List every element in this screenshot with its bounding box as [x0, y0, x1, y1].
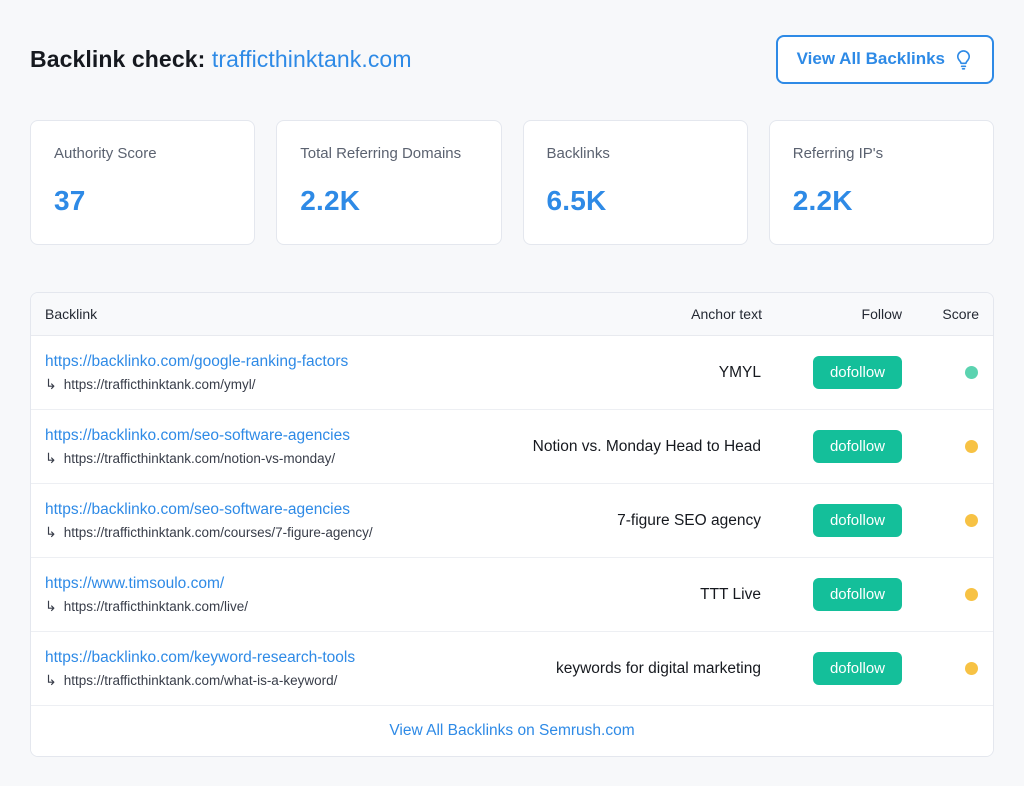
dofollow-badge: dofollow	[813, 430, 902, 463]
follow-cell: dofollow	[762, 430, 902, 463]
stat-card: Backlinks 6.5K	[523, 120, 748, 245]
stat-value: 37	[54, 185, 231, 217]
follow-cell: dofollow	[762, 578, 902, 611]
target-url-line: ↳ https://trafficthinktank.com/notion-vs…	[45, 450, 462, 467]
target-url-text: https://trafficthinktank.com/courses/7-f…	[64, 525, 373, 540]
page-title: Backlink check: trafficthinktank.com	[30, 46, 412, 73]
source-url-link[interactable]: https://backlinko.com/google-ranking-fac…	[45, 353, 462, 371]
target-url-line: ↳ https://trafficthinktank.com/live/	[45, 598, 462, 615]
backlink-cell: https://backlinko.com/google-ranking-fac…	[45, 353, 462, 393]
follow-cell: dofollow	[762, 356, 902, 389]
backlink-cell: https://backlinko.com/keyword-research-t…	[45, 649, 462, 689]
stat-card: Total Referring Domains 2.2K	[276, 120, 501, 245]
stat-value: 6.5K	[547, 185, 724, 217]
dofollow-badge: dofollow	[813, 504, 902, 537]
score-cell	[902, 438, 979, 456]
follow-cell: dofollow	[762, 652, 902, 685]
column-header-backlink: Backlink	[45, 306, 462, 322]
table-row: https://backlinko.com/seo-software-agenc…	[31, 410, 993, 484]
score-dot	[965, 366, 978, 379]
dofollow-badge: dofollow	[813, 652, 902, 685]
score-cell	[902, 512, 979, 530]
view-all-backlinks-semrush-link[interactable]: View All Backlinks on Semrush.com	[389, 722, 634, 740]
score-dot	[965, 514, 978, 527]
target-url-line: ↳ https://trafficthinktank.com/what-is-a…	[45, 672, 462, 689]
stat-label: Backlinks	[547, 144, 724, 185]
anchor-text-cell: 7-figure SEO agency	[462, 512, 762, 530]
stat-label: Total Referring Domains	[300, 144, 477, 185]
table-footer: View All Backlinks on Semrush.com	[31, 706, 993, 756]
page-title-domain[interactable]: trafficthinktank.com	[212, 46, 412, 72]
score-cell	[902, 586, 979, 604]
backlink-cell: https://backlinko.com/seo-software-agenc…	[45, 427, 462, 467]
score-cell	[902, 660, 979, 678]
source-url-link[interactable]: https://backlinko.com/seo-software-agenc…	[45, 427, 462, 445]
score-dot	[965, 588, 978, 601]
table-body: https://backlinko.com/google-ranking-fac…	[31, 336, 993, 706]
table-header-row: Backlink Anchor text Follow Score	[31, 293, 993, 336]
anchor-text-cell: Notion vs. Monday Head to Head	[462, 438, 762, 456]
column-header-score: Score	[902, 306, 979, 322]
dofollow-badge: dofollow	[813, 578, 902, 611]
backlink-cell: https://www.timsoulo.com/ ↳ https://traf…	[45, 575, 462, 615]
target-url-text: https://trafficthinktank.com/what-is-a-k…	[64, 673, 338, 688]
header: Backlink check: trafficthinktank.com Vie…	[30, 33, 994, 85]
dofollow-badge: dofollow	[813, 356, 902, 389]
stat-value: 2.2K	[793, 185, 970, 217]
redirect-arrow-icon: ↳	[45, 598, 57, 615]
page-title-label: Backlink check:	[30, 46, 205, 72]
target-url-text: https://trafficthinktank.com/live/	[64, 599, 248, 614]
anchor-text-cell: keywords for digital marketing	[462, 660, 762, 678]
anchor-text-cell: YMYL	[462, 364, 762, 382]
redirect-arrow-icon: ↳	[45, 376, 57, 393]
view-all-backlinks-button-label: View All Backlinks	[797, 49, 945, 69]
score-dot	[965, 662, 978, 675]
backlinks-table: Backlink Anchor text Follow Score https:…	[30, 292, 994, 757]
table-row: https://www.timsoulo.com/ ↳ https://traf…	[31, 558, 993, 632]
table-row: https://backlinko.com/google-ranking-fac…	[31, 336, 993, 410]
score-cell	[902, 364, 979, 382]
source-url-link[interactable]: https://backlinko.com/seo-software-agenc…	[45, 501, 462, 519]
backlink-cell: https://backlinko.com/seo-software-agenc…	[45, 501, 462, 541]
stats-row: Authority Score 37 Total Referring Domai…	[30, 120, 994, 245]
target-url-text: https://trafficthinktank.com/notion-vs-m…	[64, 451, 335, 466]
redirect-arrow-icon: ↳	[45, 524, 57, 541]
redirect-arrow-icon: ↳	[45, 672, 57, 689]
stat-card: Authority Score 37	[30, 120, 255, 245]
score-dot	[965, 440, 978, 453]
target-url-text: https://trafficthinktank.com/ymyl/	[64, 377, 256, 392]
stat-value: 2.2K	[300, 185, 477, 217]
source-url-link[interactable]: https://www.timsoulo.com/	[45, 575, 462, 593]
stat-label: Referring IP's	[793, 144, 970, 185]
anchor-text-cell: TTT Live	[462, 586, 762, 604]
table-row: https://backlinko.com/seo-software-agenc…	[31, 484, 993, 558]
target-url-line: ↳ https://trafficthinktank.com/courses/7…	[45, 524, 462, 541]
table-row: https://backlinko.com/keyword-research-t…	[31, 632, 993, 706]
column-header-follow: Follow	[762, 306, 902, 322]
stat-card: Referring IP's 2.2K	[769, 120, 994, 245]
view-all-backlinks-button[interactable]: View All Backlinks	[776, 35, 994, 84]
column-header-anchor-text: Anchor text	[462, 306, 762, 322]
lightbulb-icon	[954, 49, 973, 70]
target-url-line: ↳ https://trafficthinktank.com/ymyl/	[45, 376, 462, 393]
source-url-link[interactable]: https://backlinko.com/keyword-research-t…	[45, 649, 462, 667]
backlink-check-widget: Backlink check: trafficthinktank.com Vie…	[0, 0, 1024, 757]
stat-label: Authority Score	[54, 144, 231, 185]
follow-cell: dofollow	[762, 504, 902, 537]
redirect-arrow-icon: ↳	[45, 450, 57, 467]
